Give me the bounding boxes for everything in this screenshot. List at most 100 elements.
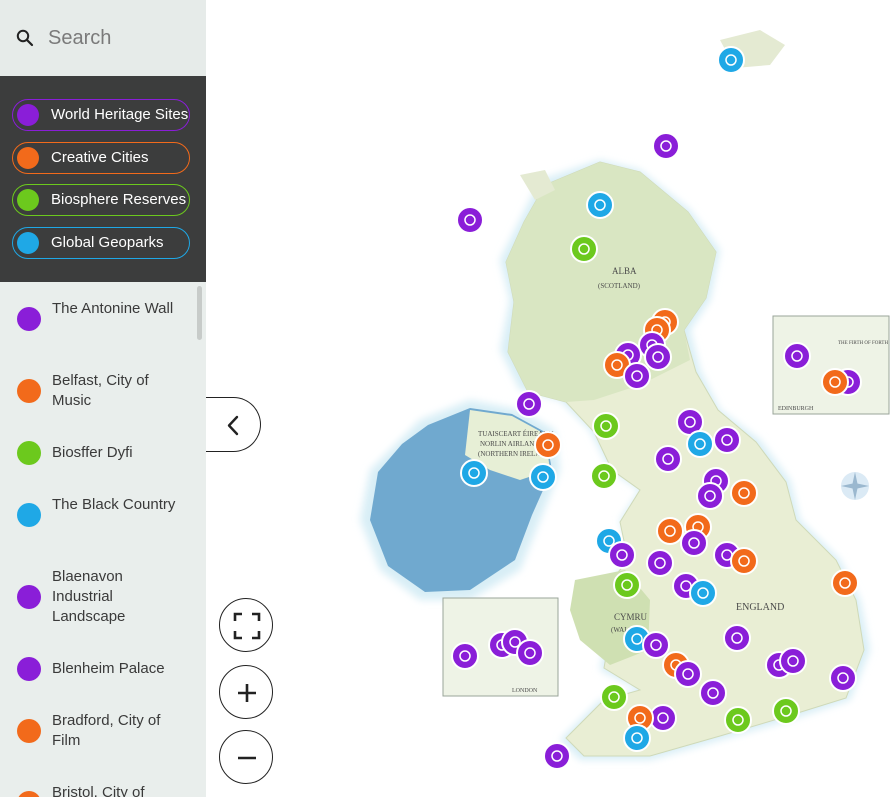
building-marker-icon[interactable] (652, 132, 680, 160)
region-label-scotland: ALBA (612, 266, 637, 276)
building-marker-icon[interactable] (644, 343, 672, 371)
building-marker-icon[interactable] (699, 679, 727, 707)
tree-marker-icon[interactable] (772, 697, 800, 725)
filter-label: World Heritage Sites (51, 106, 189, 123)
building-marker-icon[interactable] (451, 642, 479, 670)
ammonite-marker-icon[interactable] (686, 430, 714, 458)
filter-creative-cities[interactable]: Creative Cities (12, 142, 190, 174)
filter-label: Global Geoparks (51, 234, 164, 251)
list-item[interactable]: Bradford, City of Film (0, 709, 196, 753)
building-marker-icon[interactable] (680, 529, 708, 557)
list-item[interactable]: Bristol, City of (0, 781, 196, 797)
building-marker-icon[interactable] (829, 664, 857, 692)
zoom-out-button[interactable] (219, 730, 273, 784)
tree-marker-icon[interactable] (724, 706, 752, 734)
building-icon (17, 657, 41, 681)
tree-marker-icon[interactable] (570, 235, 598, 263)
building-marker-icon[interactable] (723, 624, 751, 652)
tree-icon (17, 441, 41, 465)
city-marker-icon[interactable] (656, 517, 684, 545)
tree-marker-icon[interactable] (600, 683, 628, 711)
city-marker-icon[interactable] (821, 368, 849, 396)
list-item[interactable]: Belfast, City of Music (0, 369, 196, 413)
ammonite-marker-icon[interactable] (529, 463, 557, 491)
inset-label-firth: THE FIRTH OF FORTH (838, 341, 888, 346)
inset-label-london: LONDON (512, 688, 538, 694)
compass-icon (841, 472, 869, 500)
building-marker-icon[interactable] (456, 206, 484, 234)
collapse-sidebar-button[interactable] (206, 397, 261, 452)
site-name: Belfast, City of Music (52, 372, 149, 409)
building-marker-icon[interactable] (515, 390, 543, 418)
building-marker-icon[interactable] (674, 660, 702, 688)
list-item[interactable]: The Black Country (0, 493, 196, 537)
chevron-left-icon (227, 415, 239, 436)
building-marker-icon[interactable] (623, 362, 651, 390)
fullscreen-button[interactable] (219, 598, 273, 652)
region-label-scotland-sub: (SCOTLAND) (598, 282, 641, 290)
filter-biosphere-reserves[interactable]: Biosphere Reserves (12, 184, 190, 216)
city-icon (17, 719, 41, 743)
ammonite-marker-icon[interactable] (586, 191, 614, 219)
fullscreen-icon (233, 612, 261, 640)
ammonite-icon (17, 503, 41, 527)
search-input[interactable] (46, 22, 200, 54)
region-label-ni-2: NORLIN AIRLANN (480, 440, 539, 448)
site-name: Blaenavon Industrial Landscape (52, 568, 126, 625)
list-item[interactable]: Blenheim Palace (0, 657, 196, 687)
filter-label: Creative Cities (51, 149, 149, 166)
city-marker-icon[interactable] (730, 479, 758, 507)
region-label-england: ENGLAND (736, 602, 784, 613)
building-marker-icon[interactable] (654, 445, 682, 473)
tree-marker-icon[interactable] (592, 412, 620, 440)
sidebar: World Heritage Sites Creative Cities Bio… (0, 0, 206, 797)
tree-icon (17, 189, 39, 211)
tree-marker-icon[interactable] (590, 462, 618, 490)
building-marker-icon[interactable] (696, 482, 724, 510)
search-bar (0, 0, 206, 76)
site-list: The Antonine Wall Belfast, City of Music… (0, 282, 206, 797)
inset-label-edinburgh: EDINBURGH (778, 406, 814, 412)
city-marker-icon[interactable] (534, 431, 562, 459)
plus-icon (238, 684, 256, 702)
filter-global-geoparks[interactable]: Global Geoparks (12, 227, 190, 259)
building-marker-icon[interactable] (543, 742, 571, 770)
map-canvas[interactable]: ALBA (SCOTLAND) TUAISCEART ÉIREANN NORLI… (206, 0, 896, 797)
ammonite-marker-icon[interactable] (460, 459, 488, 487)
tree-marker-icon[interactable] (613, 571, 641, 599)
building-marker-icon[interactable] (779, 647, 807, 675)
building-marker-icon[interactable] (713, 426, 741, 454)
city-marker-icon[interactable] (730, 547, 758, 575)
building-marker-icon[interactable] (608, 541, 636, 569)
site-name: Biosffer Dyfi (52, 444, 133, 461)
building-icon (17, 307, 41, 331)
site-name: Bradford, City of Film (52, 712, 161, 749)
minus-icon (238, 756, 256, 760)
city-icon (17, 791, 41, 797)
list-item[interactable]: Blaenavon Industrial Landscape (0, 565, 196, 629)
city-marker-icon[interactable] (831, 569, 859, 597)
site-name: Blenheim Palace (52, 660, 165, 677)
city-icon (17, 147, 39, 169)
search-icon (16, 29, 34, 47)
ammonite-marker-icon[interactable] (623, 724, 651, 752)
filter-label: Biosphere Reserves (51, 191, 187, 208)
ammonite-marker-icon[interactable] (689, 579, 717, 607)
building-marker-icon[interactable] (646, 549, 674, 577)
ammonite-marker-icon[interactable] (717, 46, 745, 74)
site-name: The Antonine Wall (52, 300, 174, 317)
uk-map: ALBA (SCOTLAND) TUAISCEART ÉIREANN NORLI… (360, 30, 890, 770)
city-icon (17, 379, 41, 403)
site-name: Bristol, City of (52, 784, 145, 797)
category-filters: World Heritage Sites Creative Cities Bio… (0, 76, 206, 282)
region-label-wales: CYMRU (614, 612, 648, 622)
building-marker-icon[interactable] (783, 342, 811, 370)
zoom-in-button[interactable] (219, 665, 273, 719)
building-marker-icon[interactable] (516, 639, 544, 667)
list-item[interactable]: Biosffer Dyfi (0, 441, 196, 471)
building-marker-icon[interactable] (642, 631, 670, 659)
list-item[interactable]: The Antonine Wall (0, 297, 196, 341)
ammonite-icon (17, 232, 39, 254)
filter-world-heritage-sites[interactable]: World Heritage Sites (12, 99, 190, 131)
list-scrollbar[interactable] (197, 286, 202, 340)
